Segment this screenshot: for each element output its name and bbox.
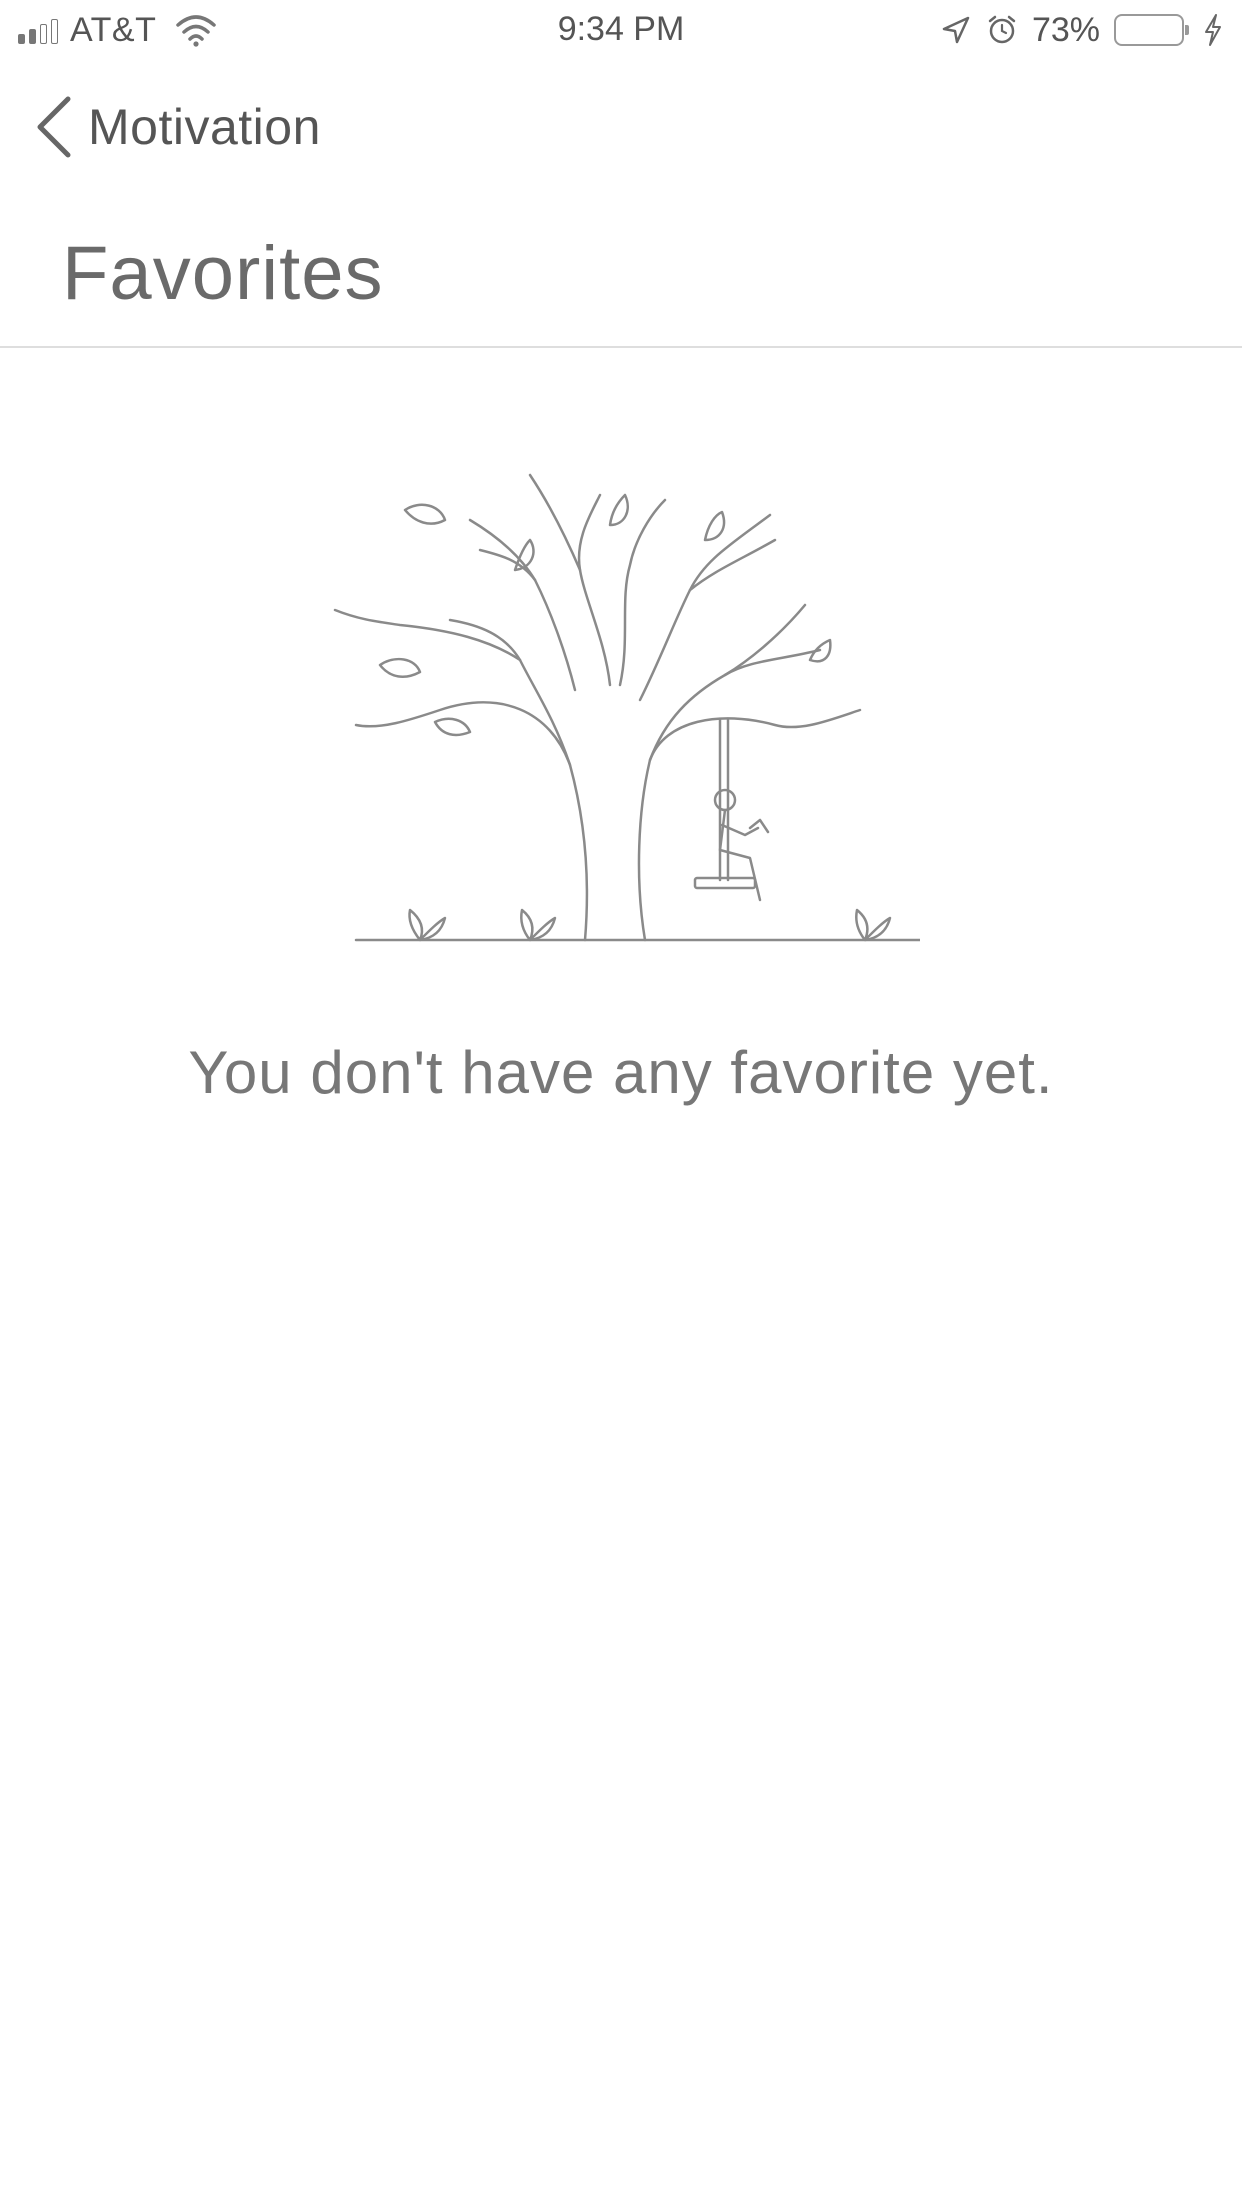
charging-bolt-icon: [1205, 14, 1221, 46]
chevron-left-icon: [37, 96, 71, 158]
battery-icon: [1114, 14, 1189, 46]
back-button[interactable]: Motivation: [34, 92, 321, 162]
tree-swing-illustration: [333, 473, 920, 942]
page-title: Favorites: [62, 231, 384, 316]
empty-state-message: You don't have any favorite yet.: [188, 1039, 1054, 1106]
header-divider: [0, 346, 1242, 348]
battery-percent: 73%: [1031, 10, 1100, 49]
back-button-label: Motivation: [88, 99, 321, 155]
location-arrow-icon: [942, 16, 970, 44]
status-right: 73%: [940, 10, 1224, 50]
alarm-icon: [988, 15, 1016, 44]
status-bar: AT&T 9:34 PM 73%: [0, 0, 1242, 62]
